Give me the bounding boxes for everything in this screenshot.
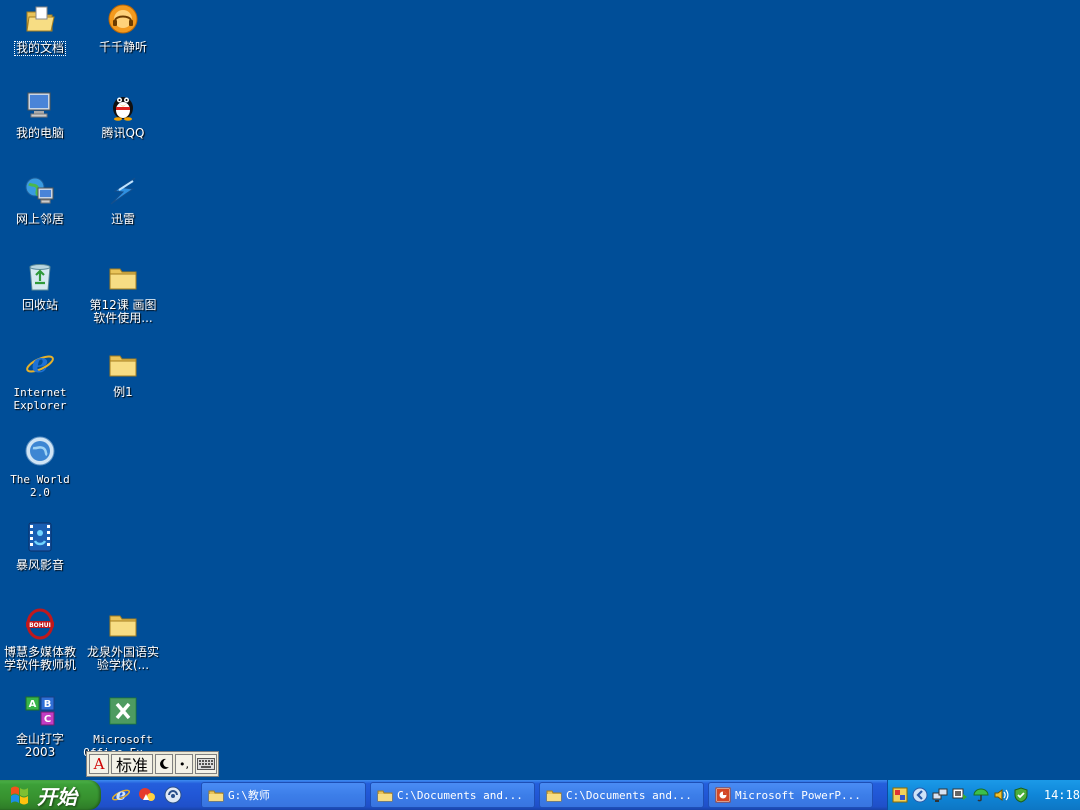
ime-tray-icon[interactable] xyxy=(891,786,908,804)
taskbar-button-teacher-folder[interactable]: G:\教师 xyxy=(201,782,366,808)
ime-mode-label: 标准 xyxy=(115,756,148,775)
desktop-icon-label: 金山打字 2003 xyxy=(15,732,64,759)
svg-text:A: A xyxy=(29,699,37,710)
bohui-logo-icon: BOHUI xyxy=(23,607,57,641)
abc-blocks-icon: ABC xyxy=(23,694,57,728)
folder-icon xyxy=(546,790,562,802)
punctuation-label: •, xyxy=(179,757,189,771)
ime-toolbar[interactable]: A 标准 •, xyxy=(86,751,219,777)
desktop-icon-recycle-bin[interactable]: 回收站 xyxy=(0,260,82,312)
folder-icon xyxy=(106,260,140,294)
task-label: G:\教师 xyxy=(228,789,270,802)
music-player-icon xyxy=(106,2,140,36)
desktop-icon-label: 第12课 画图 软件使用... xyxy=(89,298,157,325)
ime-a-label: A xyxy=(93,755,105,773)
svg-text:e: e xyxy=(32,349,49,379)
quick-launch: e xyxy=(110,784,184,806)
desktop-icon-label: 回收站 xyxy=(21,298,58,312)
desktop-icon-label: 千千静听 xyxy=(98,40,147,54)
keyboard-icon[interactable] xyxy=(195,754,217,774)
svg-text:C: C xyxy=(44,714,51,725)
desktop[interactable]: 我的文档 我的电脑 网上邻居 回收站 e Internet Explorer T… xyxy=(0,0,1080,780)
desktop-icon-example1[interactable]: 例1 xyxy=(81,347,165,399)
back-arrow-icon[interactable] xyxy=(911,786,928,804)
globe-icon xyxy=(23,434,57,468)
ie-icon: e xyxy=(23,347,57,381)
desktop-icon-network[interactable]: 网上邻居 xyxy=(0,174,82,226)
desktop-icon-excel[interactable]: Microsoft Office Ex... xyxy=(81,694,165,759)
desktop-icon-label: 例1 xyxy=(113,385,133,399)
desktop-icon-xunlei[interactable]: 迅雷 xyxy=(81,174,165,226)
punctuation-icon[interactable]: •, xyxy=(175,754,193,774)
clock[interactable]: 14:18 xyxy=(1044,788,1080,802)
desktop-icon-label: 我的电脑 xyxy=(15,126,64,140)
desktop-icon-tencent-qq[interactable]: 腾讯QQ xyxy=(81,88,165,140)
half-moon-icon[interactable] xyxy=(155,754,173,774)
folder-open-icon xyxy=(23,2,57,36)
desktop-icon-my-documents[interactable]: 我的文档 xyxy=(0,2,82,56)
desktop-icon-label: 暴风影音 xyxy=(15,558,64,572)
svg-text:e: e xyxy=(116,785,126,804)
powerpoint-icon xyxy=(715,787,731,803)
desktop-icon-jinshan[interactable]: ABC 金山打字 2003 xyxy=(0,694,82,759)
taskbar-button-powerpoint[interactable]: Microsoft PowerP... xyxy=(708,782,873,808)
svg-text:B: B xyxy=(44,699,52,710)
penguin-icon xyxy=(106,88,140,122)
network-tray-icon[interactable] xyxy=(932,786,949,804)
media-icon[interactable] xyxy=(162,784,184,806)
recycle-bin-icon xyxy=(23,260,57,294)
task-label: Microsoft PowerP... xyxy=(735,788,861,802)
task-label: C:\Documents and... xyxy=(566,788,692,802)
folder-icon xyxy=(106,607,140,641)
system-tray: 14:18 xyxy=(887,780,1080,810)
folder-icon xyxy=(208,790,224,802)
computer-icon xyxy=(23,88,57,122)
ime-mode-button[interactable]: 标准 xyxy=(111,754,153,775)
task-label: C:\Documents and... xyxy=(397,788,523,802)
monitor-tray-icon[interactable] xyxy=(952,786,969,804)
taskbar-button-documents-2[interactable]: C:\Documents and... xyxy=(539,782,704,808)
umbrella-tray-icon[interactable] xyxy=(972,786,989,804)
desktop-icon-my-computer[interactable]: 我的电脑 xyxy=(0,88,82,140)
desktop-icon-label: 腾讯QQ xyxy=(101,126,145,140)
desktop-icon-label: 我的文档 xyxy=(13,41,66,56)
desktop-icon-label: 迅雷 xyxy=(110,212,135,226)
desktop-icon-label: The World 2.0 xyxy=(10,473,70,499)
video-player-icon xyxy=(23,520,57,554)
windows-flag-icon xyxy=(11,786,28,805)
ie-icon[interactable]: e xyxy=(110,784,132,806)
svg-text:BOHUI: BOHUI xyxy=(29,622,51,629)
taskbar-button-documents-1[interactable]: C:\Documents and... xyxy=(370,782,535,808)
desktop-icon-baofeng[interactable]: 暴风影音 xyxy=(0,520,82,572)
folder-icon xyxy=(377,790,393,802)
sound-tray-icon[interactable] xyxy=(992,786,1009,804)
desktop-icon-qianqian[interactable]: 千千静听 xyxy=(81,2,165,54)
desktop-icon-ie[interactable]: e Internet Explorer xyxy=(0,347,82,412)
start-button[interactable]: 开始 xyxy=(0,780,101,810)
start-label: 开始 xyxy=(37,784,77,809)
ime-a-icon[interactable]: A xyxy=(89,754,109,774)
desktop-icon-label: Internet Explorer xyxy=(13,386,67,412)
app-launch-icon[interactable] xyxy=(136,784,158,806)
desktop-icon-label: 网上邻居 xyxy=(15,212,64,226)
desktop-icon-label: 博慧多媒体教 学软件教师机 xyxy=(3,645,76,672)
excel-icon xyxy=(106,694,140,728)
desktop-icon-longquan[interactable]: 龙泉外国语实 验学校(... xyxy=(81,607,165,672)
desktop-icon-bohui[interactable]: BOHUI 博慧多媒体教 学软件教师机 xyxy=(0,607,82,672)
security-tray-icon[interactable] xyxy=(1013,786,1030,804)
folder-icon xyxy=(106,347,140,381)
desktop-icon-theworld[interactable]: The World 2.0 xyxy=(0,434,82,499)
taskbar: 开始 e G:\教师 C:\Documents and... C:\Docume… xyxy=(0,780,1080,810)
thunder-icon xyxy=(106,174,140,208)
desktop-icon-lesson12[interactable]: 第12课 画图 软件使用... xyxy=(81,260,165,325)
network-icon xyxy=(23,174,57,208)
desktop-icon-label: 龙泉外国语实 验学校(... xyxy=(86,645,159,672)
